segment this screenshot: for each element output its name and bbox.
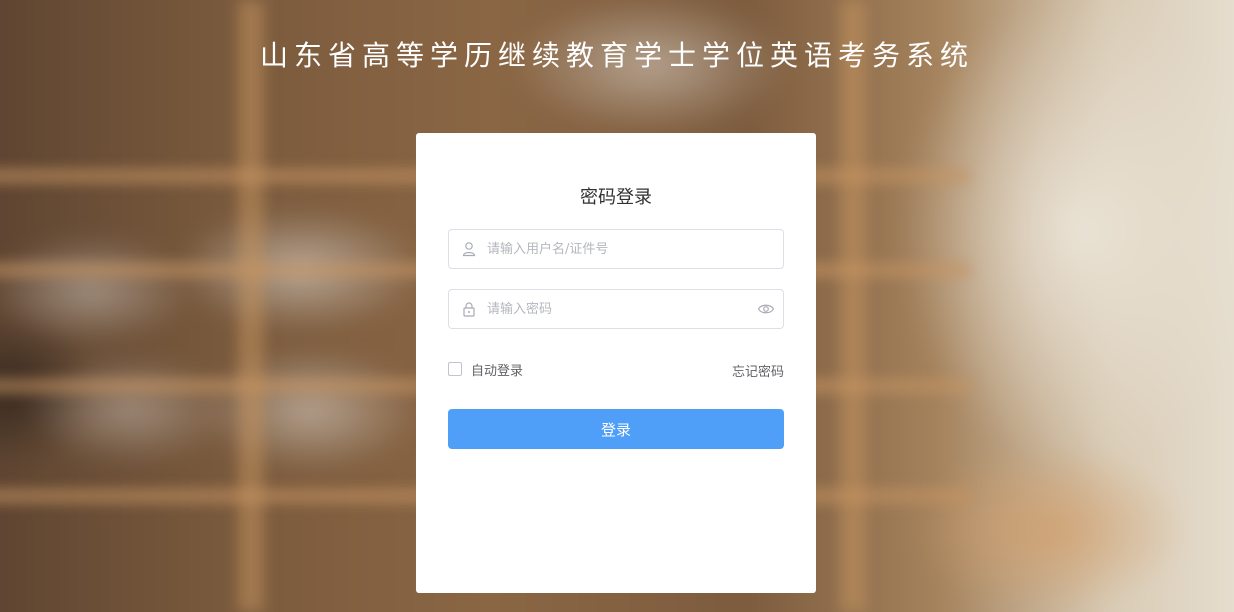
login-card-title: 密码登录 [580, 187, 652, 208]
background-shelf-post [238, 0, 264, 612]
auto-login-label[interactable]: 自动登录 [471, 360, 523, 379]
username-field[interactable] [448, 229, 784, 269]
login-card: 密码登录 自动登录 忘记密码 登录 [416, 133, 816, 593]
eye-icon[interactable] [757, 301, 775, 317]
login-page: 山东省高等学历继续教育学士学位英语考务系统 密码登录 自动登录 [0, 0, 1234, 612]
background-shelf-post [840, 0, 866, 612]
forgot-password-link[interactable]: 忘记密码 [732, 361, 784, 380]
page-title: 山东省高等学历继续教育学士学位英语考务系统 [259, 39, 974, 72]
user-icon [462, 242, 476, 257]
auto-login-option[interactable]: 自动登录 [448, 360, 523, 379]
login-button[interactable]: 登录 [448, 409, 784, 449]
auto-login-checkbox[interactable] [448, 362, 462, 376]
password-input[interactable] [487, 290, 757, 328]
lock-icon [463, 302, 475, 317]
username-input[interactable] [487, 230, 757, 268]
password-field[interactable] [448, 289, 784, 329]
